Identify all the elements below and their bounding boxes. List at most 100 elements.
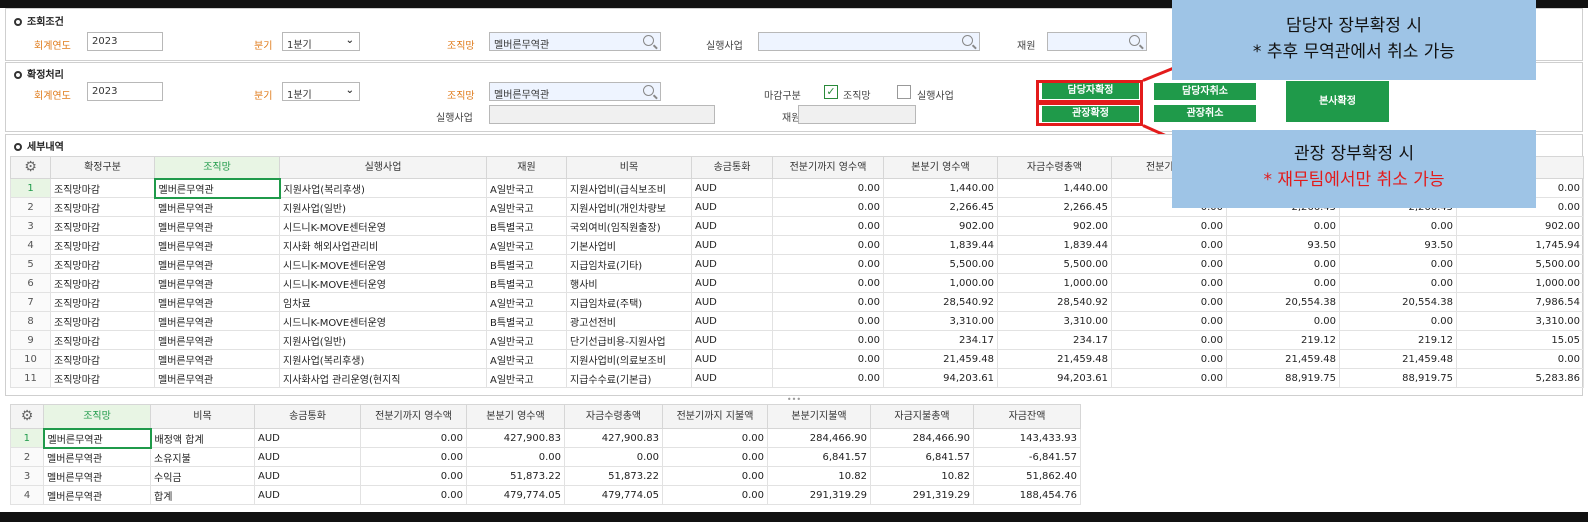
cell-c10[interactable]: 0.00 [1111, 235, 1227, 255]
detail-col-header[interactable]: 실행사업 [279, 156, 487, 179]
summary-settings-cell[interactable]: ⚙ [10, 404, 44, 429]
cell-org[interactable]: 멜버른무역관 [154, 330, 280, 350]
cell-d[interactable]: 0.00 [662, 485, 768, 505]
cell-c13[interactable]: 15.05 [1456, 330, 1584, 350]
cell-c12[interactable]: 93.50 [1339, 235, 1457, 255]
search-icon[interactable] [962, 35, 973, 46]
cell-c13[interactable]: 1,000.00 [1456, 273, 1584, 293]
cell-fund[interactable]: B특별국고 [486, 254, 567, 274]
head-cancel-button[interactable]: 관장취소 [1154, 105, 1256, 122]
cell-q_recv[interactable]: 1,000.00 [883, 273, 998, 293]
cell-status[interactable]: 조직망마감 [50, 235, 155, 255]
cell-total_recv[interactable]: 3,310.00 [997, 311, 1112, 331]
cell-q_recv[interactable]: 1,839.44 [883, 235, 998, 255]
cell-project[interactable]: 지사화사업 관리운영(현지직 [279, 368, 487, 388]
cell-c10[interactable]: 0.00 [1111, 349, 1227, 369]
cell-project[interactable]: 지원사업(복리후생) [279, 178, 487, 198]
cell-fund[interactable]: B특별국고 [486, 273, 567, 293]
cell-org[interactable]: 멜버른무역관 [154, 235, 280, 255]
cell-project[interactable]: 지원사업(복리후생) [279, 349, 487, 369]
cell-d[interactable]: 0.00 [662, 466, 768, 486]
cell-prev_recv[interactable]: 0.00 [772, 330, 884, 350]
cell-e[interactable]: 10.82 [767, 466, 871, 486]
cell-c10[interactable]: 0.00 [1111, 311, 1227, 331]
cell-c10[interactable]: 0.00 [1111, 254, 1227, 274]
cell-prev_recv[interactable]: 0.00 [772, 178, 884, 198]
cell-org[interactable]: 멜버른무역관 [153, 177, 281, 199]
quarter-select[interactable]: 1분기 ⌄ [282, 32, 360, 51]
cell-c[interactable]: 479,774.05 [564, 485, 663, 505]
cell-fund[interactable]: B특별국고 [486, 311, 567, 331]
cell-b[interactable]: 479,774.05 [466, 485, 565, 505]
cell-a[interactable]: 0.00 [360, 428, 467, 448]
cell-c10[interactable]: 0.00 [1111, 368, 1227, 388]
cell-status[interactable]: 조직망마감 [50, 330, 155, 350]
cell-c[interactable]: 51,873.22 [564, 466, 663, 486]
cell-prev_recv[interactable]: 0.00 [772, 254, 884, 274]
cell-item[interactable]: 광고선전비 [566, 311, 692, 331]
cell-org[interactable]: 멜버른무역관 [154, 273, 280, 293]
cell-c[interactable]: 0.00 [564, 447, 663, 467]
cell-org[interactable]: 멜버른무역관 [42, 427, 152, 449]
cell-total_recv[interactable]: 2,266.45 [997, 197, 1112, 217]
cell-cur[interactable]: AUD [691, 178, 773, 198]
cell-fund[interactable]: A일반국고 [486, 235, 567, 255]
table-row[interactable]: 4 조직망마감 멜버른무역관 지사화 해외사업관리비 A일반국고 기본사업비 AUD 0.00… [10, 235, 1584, 255]
detail-col-header[interactable]: 재원 [486, 156, 567, 179]
cell-q_recv[interactable]: 3,310.00 [883, 311, 998, 331]
cell-q_recv[interactable]: 234.17 [883, 330, 998, 350]
cell-c13[interactable]: 3,310.00 [1456, 311, 1584, 331]
cell-c12[interactable]: 0.00 [1339, 254, 1457, 274]
cell-c13[interactable]: 5,500.00 [1456, 254, 1584, 274]
cell-org[interactable]: 멜버른무역관 [154, 254, 280, 274]
confirm-fund-input[interactable] [798, 105, 916, 124]
cell-a[interactable]: 0.00 [360, 447, 467, 467]
cell-status[interactable]: 조직망마감 [50, 349, 155, 369]
cell-org[interactable]: 멜버른무역관 [154, 349, 280, 369]
cell-cur[interactable]: AUD [691, 292, 773, 312]
cell-c11[interactable]: 21,459.48 [1226, 349, 1340, 369]
cell-f[interactable]: 10.82 [870, 466, 974, 486]
cell-status[interactable]: 조직망마감 [50, 273, 155, 293]
cell-item[interactable]: 지급임차료(주택) [566, 292, 692, 312]
detail-col-header[interactable]: 자금수령총액 [997, 156, 1112, 179]
cell-fund[interactable]: A일반국고 [486, 368, 567, 388]
cell-d[interactable]: 0.00 [662, 428, 768, 448]
year-input[interactable]: 2023 [87, 32, 163, 51]
cell-c12[interactable]: 219.12 [1339, 330, 1457, 350]
table-row[interactable]: 3 조직망마감 멜버른무역관 시드니K-MOVE센터운영 B특별국고 국외여비(임직원출장… [10, 216, 1584, 236]
cell-q_recv[interactable]: 1,440.00 [883, 178, 998, 198]
detail-col-header[interactable]: 비목 [566, 156, 692, 179]
check-project-checkbox[interactable] [897, 85, 911, 99]
cell-c10[interactable]: 0.00 [1111, 292, 1227, 312]
confirm-project-input[interactable] [489, 105, 715, 124]
cell-c13[interactable]: 5,283.86 [1456, 368, 1584, 388]
cell-prev_recv[interactable]: 0.00 [772, 292, 884, 312]
cell-f[interactable]: 6,841.57 [870, 447, 974, 467]
detail-col-header[interactable]: 전분기까지 영수액 [772, 156, 884, 179]
cell-q_recv[interactable]: 28,540.92 [883, 292, 998, 312]
fund-input[interactable] [1047, 32, 1147, 51]
cell-c11[interactable]: 0.00 [1226, 216, 1340, 236]
cell-status[interactable]: 조직망마감 [50, 216, 155, 236]
cell-c12[interactable]: 21,459.48 [1339, 349, 1457, 369]
cell-fund[interactable]: A일반국고 [486, 349, 567, 369]
cell-g[interactable]: 188,454.76 [973, 485, 1081, 505]
cell-cur[interactable]: AUD [254, 428, 361, 448]
cell-org[interactable]: 멜버른무역관 [43, 485, 151, 505]
detail-col-header[interactable]: 송금통화 [691, 156, 773, 179]
cell-prev_recv[interactable]: 0.00 [772, 216, 884, 236]
cell-project[interactable]: 시드니K-MOVE센터운영 [279, 254, 487, 274]
cell-q_recv[interactable]: 2,266.45 [883, 197, 998, 217]
cell-item[interactable]: 행사비 [566, 273, 692, 293]
cell-cur[interactable]: AUD [691, 216, 773, 236]
table-row[interactable]: 7 조직망마감 멜버른무역관 임차료 A일반국고 지급임차료(주택) AUD 0.00 28,5… [10, 292, 1584, 312]
gear-icon[interactable]: ⚙ [24, 159, 37, 175]
cell-c11[interactable]: 93.50 [1226, 235, 1340, 255]
cell-c10[interactable]: 0.00 [1111, 216, 1227, 236]
cell-project[interactable]: 지원사업(일반) [279, 197, 487, 217]
detail-col-header[interactable]: 조직망 [154, 156, 280, 179]
cell-project[interactable]: 시드니K-MOVE센터운영 [279, 216, 487, 236]
project-input[interactable] [758, 32, 980, 51]
cell-project[interactable]: 지사화 해외사업관리비 [279, 235, 487, 255]
